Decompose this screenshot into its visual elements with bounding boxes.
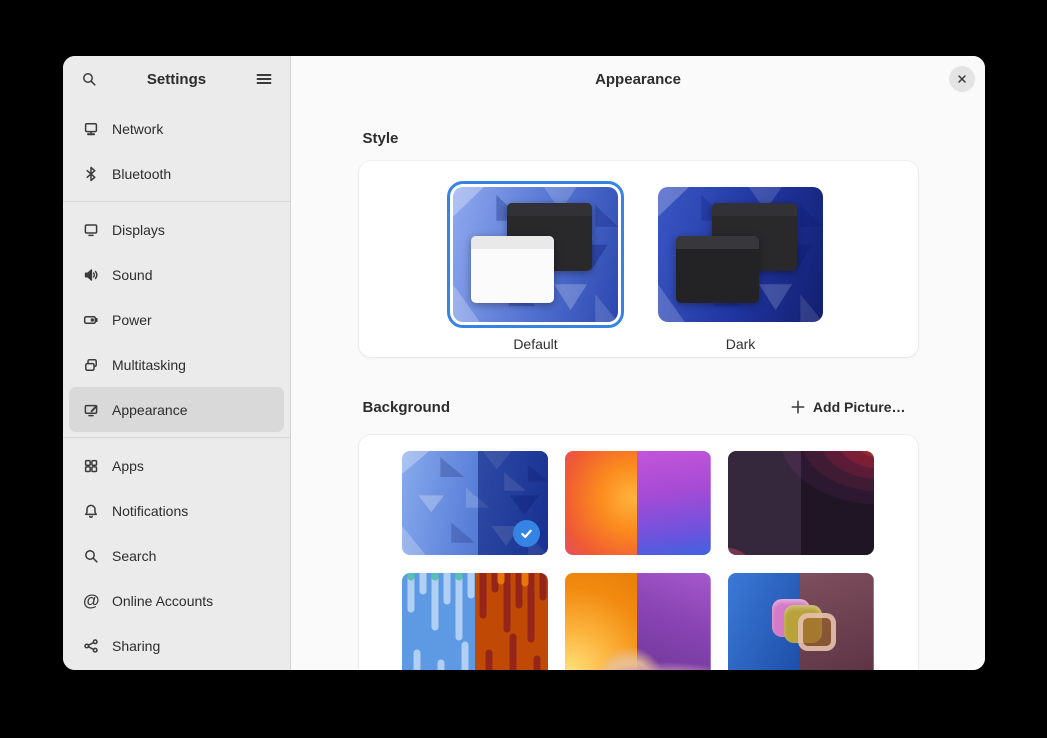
style-option-label: Default — [513, 336, 557, 352]
sidebar-item-label: Sound — [112, 267, 152, 283]
style-dark-ring — [652, 181, 829, 328]
preview-light-window — [471, 236, 554, 304]
background-card — [359, 435, 918, 670]
style-default-preview — [453, 187, 618, 322]
sidebar-item-label: Appearance — [112, 402, 188, 418]
appearance-icon — [83, 402, 99, 418]
sidebar-item-network[interactable]: Network — [69, 106, 284, 151]
sharing-icon — [83, 638, 99, 654]
sidebar-item-search[interactable]: Search — [69, 533, 284, 578]
sidebar-item-label: Multitasking — [112, 357, 186, 373]
sidebar-item-notifications[interactable]: Notifications — [69, 488, 284, 533]
style-dark-preview — [658, 187, 823, 322]
glass-cube — [798, 613, 836, 651]
power-icon — [83, 312, 99, 328]
sidebar-item-label: Online Accounts — [112, 593, 213, 609]
sidebar-separator — [63, 437, 290, 438]
search-icon — [81, 71, 97, 87]
style-option-dark[interactable]: Dark — [652, 181, 829, 352]
sidebar-item-label: Power — [112, 312, 152, 328]
sidebar-item-displays[interactable]: Displays — [69, 207, 284, 252]
sidebar-item-label: Bluetooth — [112, 166, 171, 182]
settings-window: Settings Network Bluetooth — [63, 56, 985, 670]
sidebar-item-multitasking[interactable]: Multitasking — [69, 342, 284, 387]
sidebar-item-label: Apps — [112, 458, 144, 474]
sidebar-item-label: Network — [112, 121, 163, 137]
sidebar-item-label: Displays — [112, 222, 165, 238]
appearance-panel: Appearance Style — [291, 56, 985, 670]
background-section-heading: Background — [363, 399, 451, 416]
sidebar-item-bluetooth[interactable]: Bluetooth — [69, 151, 284, 196]
sidebar-nav: Network Bluetooth Displays — [63, 102, 290, 670]
sidebar-header: Settings — [63, 56, 290, 102]
style-option-default[interactable]: Default — [447, 181, 624, 352]
style-card: Default Dark — [359, 161, 918, 357]
sidebar-item-appearance[interactable]: Appearance — [69, 387, 284, 432]
wallpaper-glossy-cubes[interactable] — [728, 573, 874, 670]
hamburger-menu-icon — [256, 71, 272, 87]
add-picture-button[interactable]: Add Picture… — [783, 393, 914, 421]
sound-icon — [83, 267, 99, 283]
sidebar-item-label: Sharing — [112, 638, 160, 654]
multitasking-icon — [83, 357, 99, 373]
style-option-label: Dark — [726, 336, 756, 352]
style-default-selection-ring — [447, 181, 624, 328]
add-picture-label: Add Picture… — [813, 399, 906, 415]
search-icon — [83, 548, 99, 564]
sidebar-item-sound[interactable]: Sound — [69, 252, 284, 297]
sidebar: Settings Network Bluetooth — [63, 56, 291, 670]
close-icon — [956, 73, 968, 85]
notifications-icon — [83, 503, 99, 519]
sidebar-item-label: Notifications — [112, 503, 188, 519]
wallpaper-blue-orange-drips[interactable] — [402, 573, 548, 670]
wallpaper-dark-wavy[interactable] — [728, 451, 874, 555]
network-icon — [83, 121, 99, 137]
style-section-heading: Style — [363, 130, 918, 147]
plus-icon — [791, 400, 805, 414]
wallpaper-grid — [359, 451, 918, 670]
sidebar-separator — [63, 201, 290, 202]
bluetooth-icon — [83, 166, 99, 182]
wallpaper-orange-purple-folds[interactable] — [565, 573, 711, 670]
wallpaper-blue-triangles[interactable] — [402, 451, 548, 555]
preview-dark-front-window — [676, 236, 759, 304]
sidebar-item-apps[interactable]: Apps — [69, 443, 284, 488]
page-title: Appearance — [595, 71, 681, 88]
close-button[interactable] — [949, 66, 975, 92]
page-body: Style Default — [359, 102, 918, 670]
check-icon — [519, 526, 534, 541]
sidebar-item-online-accounts[interactable]: @ Online Accounts — [69, 578, 284, 623]
apps-icon — [83, 458, 99, 474]
fold-highlight-overlay — [565, 573, 711, 670]
displays-icon — [83, 222, 99, 238]
sidebar-item-sharing[interactable]: Sharing — [69, 623, 284, 668]
drip-pattern — [402, 573, 548, 670]
content-header: Appearance — [291, 56, 985, 102]
online-accounts-icon: @ — [83, 593, 99, 609]
sidebar-item-power[interactable]: Power — [69, 297, 284, 342]
wallpaper-orange-magenta[interactable] — [565, 451, 711, 555]
search-button[interactable] — [75, 65, 103, 93]
sidebar-item-label: Search — [112, 548, 156, 564]
sidebar-title: Settings — [103, 71, 250, 88]
selected-check-badge — [513, 520, 540, 547]
main-menu-button[interactable] — [250, 65, 278, 93]
